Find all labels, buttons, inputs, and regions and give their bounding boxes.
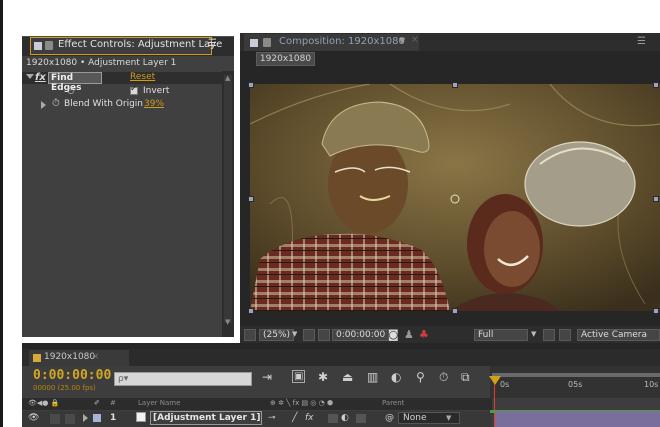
camera-select[interactable]: Active Camera <box>577 329 660 341</box>
layer-number: 1 <box>110 413 117 423</box>
stopwatch-icon[interactable]: ⏱ <box>52 98 60 109</box>
fx-switch-icon[interactable]: fx <box>305 413 314 423</box>
current-time-display[interactable]: 0:00:00:00 <box>332 329 390 341</box>
ruler-label: 05s <box>568 380 583 389</box>
chevron-down-icon[interactable]: ▼ <box>399 36 405 45</box>
always-preview-icon[interactable] <box>244 329 256 341</box>
composition-tab-label: Composition: 1920x1080 <box>279 36 405 47</box>
scroll-down-icon[interactable]: ▼ <box>225 318 230 326</box>
effect-controls-tab-label: Effect Controls: Adjustment Laye <box>58 39 223 50</box>
close-icon[interactable]: × <box>411 35 419 45</box>
timeline-tab-label: 1920x1080 <box>44 352 96 362</box>
show-snapshot-icon[interactable]: ♟ <box>404 328 414 341</box>
region-of-interest-icon[interactable] <box>543 329 555 341</box>
chevron-down-icon[interactable]: ▼ <box>531 330 536 338</box>
composition-breadcrumb[interactable]: 1920x1080 <box>256 52 315 66</box>
stopwatch-icon[interactable]: ⏱ <box>67 86 75 97</box>
brainstorm-icon[interactable]: ⧉ <box>461 370 470 385</box>
motion-blur-icon[interactable]: ◐ <box>391 370 401 384</box>
chevron-down-icon[interactable]: ▼ <box>446 414 451 422</box>
resolution-select[interactable]: Full <box>474 329 528 341</box>
graph-editor-icon[interactable]: ⚲ <box>416 370 425 384</box>
frame-rate-label: 00000 (25.00 fps) <box>33 384 96 392</box>
work-area-bar[interactable] <box>492 373 660 377</box>
quality-switch-icon[interactable]: ╱ <box>292 413 297 423</box>
expand-triangle-icon[interactable] <box>83 414 88 422</box>
effect-controls-scrollbar[interactable] <box>222 71 234 337</box>
effect-name[interactable]: Find Edges <box>48 72 102 93</box>
zoom-select[interactable]: (25%) <box>259 329 295 341</box>
transform-handle[interactable] <box>653 196 659 202</box>
transform-handle[interactable] <box>452 82 458 88</box>
draft-3d-icon[interactable]: ✱ <box>318 370 328 384</box>
3d-layer-switch[interactable] <box>356 414 366 423</box>
chevron-down-icon[interactable]: ▼ <box>292 330 297 338</box>
checkmark-icon: ✓ <box>130 84 138 94</box>
scroll-up-icon[interactable]: ▲ <box>225 74 230 82</box>
hash-header: # <box>110 399 116 407</box>
window-edge <box>0 0 3 427</box>
reset-link[interactable]: Reset <box>130 72 155 82</box>
comp-mini-flowchart-icon[interactable]: ⇥ <box>262 370 272 384</box>
pickwhip-icon[interactable]: @ <box>385 413 394 423</box>
transform-handle[interactable] <box>248 196 254 202</box>
lock-icon[interactable] <box>263 38 271 47</box>
label-icon: ✐ <box>94 399 100 407</box>
ruler-label: 0s <box>500 380 510 389</box>
time-ruler[interactable]: 0s 05s 10s <box>490 366 660 398</box>
transparency-grid-icon[interactable] <box>559 329 571 341</box>
layer-header-row <box>22 398 492 410</box>
transform-handle[interactable] <box>452 308 458 314</box>
adjustment-layer-icon <box>136 412 146 422</box>
hide-shy-layers-icon[interactable]: ⏏ <box>342 370 353 384</box>
parent-header: Parent <box>382 399 405 407</box>
panel-menu-icon[interactable]: ☰ <box>637 36 646 47</box>
frame-blending-icon[interactable]: ▥ <box>367 370 378 384</box>
desktop-background <box>0 0 660 33</box>
motion-blur-switch[interactable] <box>328 414 338 423</box>
adjustment-layer-switch-icon[interactable]: ◐ <box>341 413 349 423</box>
video-toggle-icon[interactable]: 👁 <box>28 413 39 423</box>
layer-name-header[interactable]: Layer Name <box>138 399 180 407</box>
effect-controls-path: 1920x1080 • Adjustment Layer 1 <box>26 58 177 68</box>
blend-with-origin-value[interactable]: 39% <box>144 99 164 109</box>
close-icon[interactable]: × <box>92 352 100 362</box>
channels-icon[interactable]: ♣ <box>419 328 429 341</box>
shy-switch-icon[interactable]: ⊸ <box>268 413 276 423</box>
fit-icon[interactable] <box>303 329 315 341</box>
av-features-icon: 👁◀● 🔒 <box>28 399 60 407</box>
layer-name[interactable]: [Adjustment Layer 1] <box>150 411 262 425</box>
collapse-triangle-icon[interactable] <box>41 101 46 109</box>
transform-handle[interactable] <box>248 82 254 88</box>
fx-toggle-icon[interactable]: fx <box>35 72 46 83</box>
composition-viewer[interactable] <box>250 84 660 311</box>
snapshot-icon[interactable]: ◙ <box>388 328 399 341</box>
layer-search-input[interactable]: ρ▾ <box>114 372 252 386</box>
timeline-timecode[interactable]: 0:00:00:00 <box>33 368 111 383</box>
label-color-icon[interactable] <box>93 414 101 422</box>
solo-toggle-icon[interactable] <box>65 414 75 424</box>
blend-with-origin-label: Blend With Origin <box>64 99 143 109</box>
transform-handle[interactable] <box>653 82 659 88</box>
panel-icon <box>250 39 258 47</box>
find-edges-image <box>250 84 660 311</box>
panel-menu-icon[interactable]: ☰ <box>208 38 217 49</box>
ruler-label: 10s <box>644 380 659 389</box>
panel-icon <box>34 42 42 50</box>
live-update-icon[interactable]: ▣ <box>292 370 306 383</box>
expand-triangle-icon[interactable] <box>26 74 34 79</box>
audio-toggle-icon[interactable] <box>50 414 60 424</box>
switches-header-icon: ⊕ ✲ ╲ fx ▤ ◎ ◔ ⬢ <box>270 399 334 407</box>
composition-icon <box>33 354 41 362</box>
invert-label: Invert <box>143 86 170 96</box>
safe-zones-icon[interactable] <box>318 329 330 341</box>
stopwatch-icon[interactable]: ⏱ <box>439 370 448 385</box>
transform-handle[interactable] <box>653 308 659 314</box>
transform-handle[interactable] <box>248 308 254 314</box>
lock-icon[interactable] <box>45 41 53 50</box>
layer-duration-bar[interactable] <box>495 411 660 427</box>
current-time-indicator[interactable] <box>489 376 501 385</box>
